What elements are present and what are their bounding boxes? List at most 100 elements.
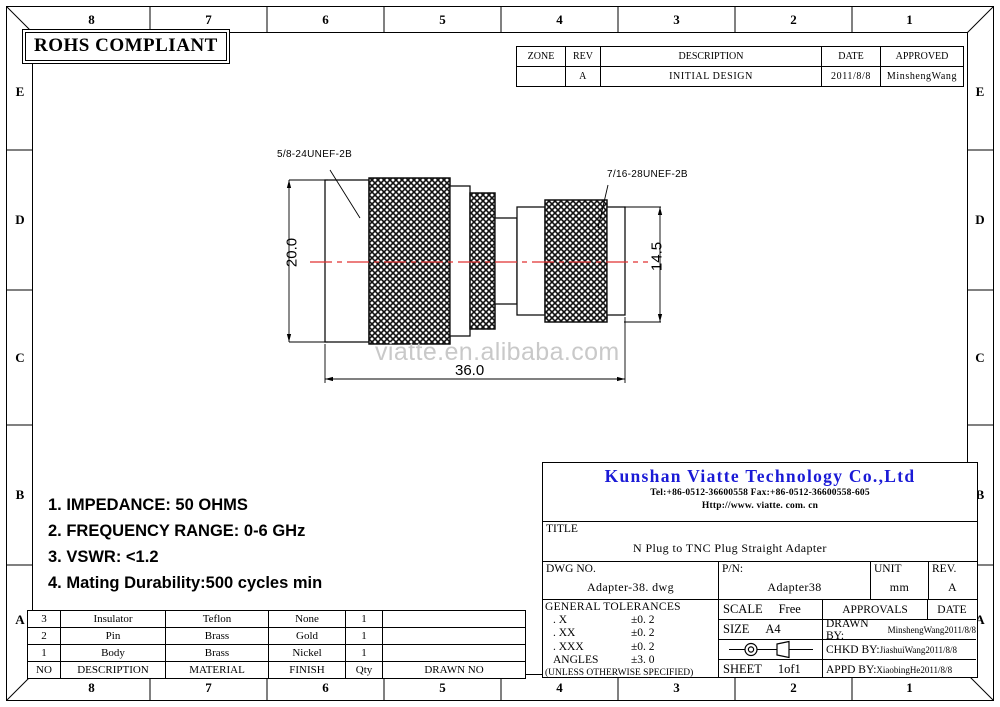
bill-of-materials-table: 3 Insulator Teflon None 1 2 Pin Brass Go… [27, 610, 526, 679]
part-number-cell: P/N: Adapter38 [719, 562, 871, 599]
company-contact: Tel:+86-0512-36600558 Fax:+86-0512-36600… [650, 488, 870, 498]
zone-col-top-5: 5 [439, 12, 446, 27]
title-block-bottom-row: GENERAL TOLERANCES . X ±0. 2 . XX ±0. 2 … [543, 600, 977, 679]
tolerance-row-xxx: . XXX ±0. 2 [545, 641, 718, 654]
revision-table: ZONE REV DESCRIPTION DATE APPROVED A INI… [516, 46, 964, 87]
bom-header-row: NO DESCRIPTION MATERIAL FINISH Qty DRAWN… [27, 661, 526, 679]
sheet-value: 1of1 [777, 662, 801, 676]
scale-value: Free [778, 602, 801, 616]
bom-header-description: DESCRIPTION [60, 661, 166, 679]
title-block-ids-row: DWG NO. Adapter-38. dwg P/N: Adapter38 U… [543, 562, 977, 600]
revision-header-zone: ZONE [516, 46, 566, 67]
zone-col-top-7: 7 [205, 12, 212, 27]
bom-row1-finish: Nickel [268, 644, 346, 662]
bom-row3-finish: None [268, 610, 346, 628]
zone-col-top-8: 8 [88, 12, 95, 27]
dwg-no-label: DWG NO. [546, 563, 596, 575]
zone-col-bottom-5: 5 [439, 680, 446, 695]
approval-checked-by: CHKD BY: JiashuiWang2011/8/8 [823, 640, 976, 660]
general-tolerances: GENERAL TOLERANCES . X ±0. 2 . XX ±0. 2 … [543, 600, 719, 679]
company-info: Kunshan Viatte Technology Co.,Ltd Tel:+8… [543, 463, 977, 521]
bom-row1-qty: 1 [345, 644, 383, 662]
unit-cell: UNIT mm [871, 562, 929, 599]
bom-row3-material: Teflon [165, 610, 269, 628]
unit-label: UNIT [874, 563, 902, 575]
approval-approved-by: APPD BY: XiaobingHe2011/8/8 [823, 660, 976, 679]
tolerance-value-xx: ±0. 2 [631, 627, 655, 640]
revision-header-approved: APPROVED [880, 46, 964, 67]
bom-row3-no: 3 [27, 610, 61, 628]
table-row: 2 Pin Brass Gold 1 [27, 627, 526, 645]
note-vswr: 3. VSWR: <1.2 [48, 548, 159, 566]
table-row: 1 Body Brass Nickel 1 [27, 644, 526, 662]
zone-col-bottom-3: 3 [673, 680, 680, 695]
bom-row3-qty: 1 [345, 610, 383, 628]
first-angle-projection-icon [729, 640, 813, 659]
tolerance-label-angles: ANGLES [553, 653, 599, 666]
bom-header-drawn-no: DRAWN NO [382, 661, 526, 679]
approval-approved-by-label: APPD BY: [826, 663, 877, 676]
approval-checked-by-label: CHKD BY: [826, 643, 880, 656]
approval-drawn-by-label: DRAWN BY: [826, 617, 869, 642]
title-value: N Plug to TNC Plug Straight Adapter [633, 541, 827, 555]
bom-row1-description: Body [60, 644, 166, 662]
tolerance-row-xx: . XX ±0. 2 [545, 627, 718, 640]
approvals-group: APPROVALS DATE DRAWN BY: MinshengWang201… [823, 600, 976, 677]
zone-row-right-c: C [975, 349, 985, 365]
zone-row-left-c: C [15, 349, 25, 365]
zone-row-left-b: B [15, 487, 25, 502]
zone-col-bottom-7: 7 [205, 680, 212, 695]
bom-row1-no: 1 [27, 644, 61, 662]
bom-row3-drawn-no [382, 610, 526, 628]
company-website: Http://www. viatte. com. cn [701, 501, 819, 511]
unit-value: mm [889, 580, 910, 594]
bom-header-no: NO [27, 661, 61, 679]
tolerance-label-x: . X [553, 614, 568, 627]
title-block-company-row: Kunshan Viatte Technology Co.,Ltd Tel:+8… [543, 463, 977, 522]
revision-rev: A [565, 66, 601, 87]
scale-cell: SCALE Free [719, 600, 822, 620]
bom-header-qty: Qty [345, 661, 383, 679]
revision-header-description: DESCRIPTION [600, 46, 822, 67]
scale-label: SCALE [723, 602, 763, 616]
zone-col-bottom-1: 1 [906, 680, 913, 695]
zone-row-right-e: E [975, 83, 985, 99]
zone-col-top-1: 1 [906, 12, 913, 27]
bom-row3-description: Insulator [60, 610, 166, 628]
note-frequency-range: 2. FREQUENCY RANGE: 0-6 GHz [48, 522, 306, 540]
bom-row1-drawn-no [382, 644, 526, 662]
revision-header-row: ZONE REV DESCRIPTION DATE APPROVED [516, 46, 964, 67]
title-label: TITLE [546, 523, 578, 535]
watermark: viatte.en.alibaba.com [375, 338, 620, 366]
bom-row2-drawn-no [382, 627, 526, 645]
size-value: A4 [765, 622, 781, 636]
rohs-compliant-label: ROHS COMPLIANT [25, 32, 227, 61]
zone-col-bottom-2: 2 [790, 680, 797, 695]
tolerances-footer: (UNLESS OTHERWISE SPECIFIED) [545, 668, 694, 679]
thread-callout-tnc-plug: 7/16-28UNEF-2B [607, 169, 688, 180]
revision-description: INITIAL DESIGN [600, 66, 822, 87]
drawing-title-cell: TITLE N Plug to TNC Plug Straight Adapte… [543, 522, 977, 562]
part-number-value: Adapter38 [767, 580, 822, 594]
sheet-cell: SHEET 1of1 [719, 660, 822, 679]
tolerance-label-xx: . XX [553, 627, 576, 640]
tolerances-header: GENERAL TOLERANCES [545, 601, 681, 613]
approval-approved-by-name: XiaobingHe2011/8/8 [876, 664, 953, 675]
zone-col-top-6: 6 [322, 12, 329, 27]
specification-notes: 1. IMPEDANCE: 50 OHMS 2. FREQUENCY RANGE… [48, 492, 322, 596]
size-cell: SIZE A4 [719, 620, 822, 640]
revision-value: A [947, 580, 958, 594]
bom-header-finish: FINISH [268, 661, 346, 679]
sheet-label: SHEET [723, 662, 762, 676]
scale-size-sheet-group: SCALE Free SIZE A4 SHEET 1of1 [719, 600, 823, 677]
zone-row-left-d: D [15, 212, 25, 227]
approval-checked-by-name: JiashuiWang2011/8/8 [879, 644, 958, 655]
zone-col-top-4: 4 [556, 12, 563, 27]
projection-symbol-cell [719, 640, 822, 660]
rohs-compliant-badge: ROHS COMPLIANT [22, 29, 230, 64]
title-block-title-row: TITLE N Plug to TNC Plug Straight Adapte… [543, 522, 977, 562]
zone-col-bottom-8: 8 [88, 680, 95, 695]
revision-header-rev: REV [565, 46, 601, 67]
approval-drawn-by-name: MinshengWang2011/8/8 [887, 624, 976, 635]
revision-header-date: DATE [821, 46, 881, 67]
